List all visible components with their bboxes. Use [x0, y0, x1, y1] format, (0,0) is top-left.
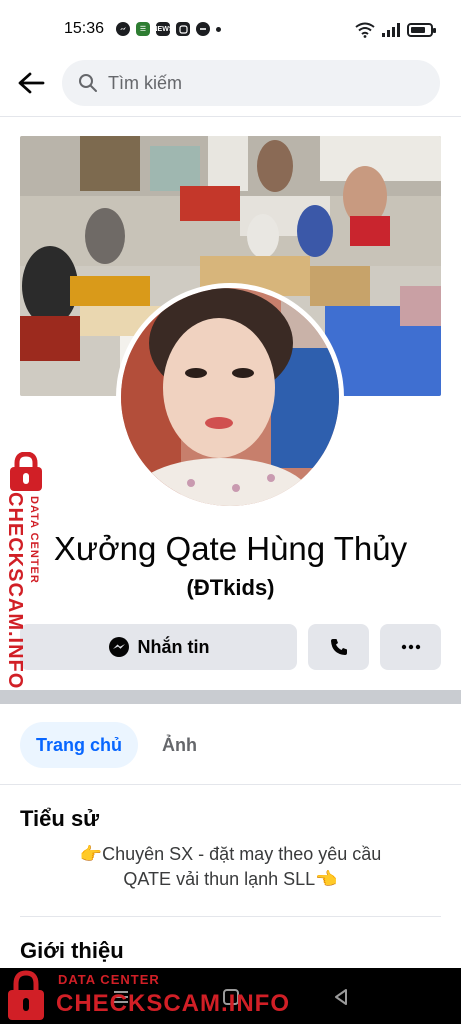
signal-icon: [382, 23, 400, 37]
watermark-side: CHECKSCAM.INFO DATA CENTER: [0, 452, 52, 689]
profile-alternate-name: (ĐTkids): [186, 575, 275, 600]
watermark-bottom-main: CHECKSCAM.INFO: [56, 990, 290, 1017]
search-icon: [79, 74, 97, 92]
watermark-bottom: DATA CENTER CHECKSCAM.INFO: [0, 966, 300, 1024]
more-dot-icon: [216, 26, 221, 32]
avatar: [121, 288, 339, 506]
watermark-bottom-sub: DATA CENTER: [58, 972, 160, 987]
bio-heading: Tiểu sử: [20, 806, 100, 831]
back-arrow-icon: [18, 72, 45, 94]
watermark-side-main-text: CHECKSCAM.INFO: [4, 492, 26, 690]
phone-app-icon: ☰: [136, 22, 150, 36]
gallery-icon: [176, 22, 190, 36]
profile-actions: Nhắn tin: [20, 624, 441, 670]
back-button[interactable]: [14, 68, 48, 98]
status-time: 15:36: [64, 20, 105, 37]
wifi-icon: [355, 22, 375, 38]
bio-text: 👉Chuyên SX - đặt may theo yêu cầu QATE v…: [40, 842, 421, 892]
lock-icon: [10, 452, 42, 491]
tab-home[interactable]: Trang chủ: [20, 722, 138, 768]
search-header: Tìm kiếm: [0, 58, 461, 108]
watermark-side-sub-text: DATA CENTER: [28, 496, 40, 584]
section-separator: [0, 690, 461, 704]
news-app-icon: NEWS: [153, 22, 174, 36]
profile-name: Xưởng Qate Hùng Thủy: [53, 530, 408, 567]
watermark-side-main: CHECKSCAM.INFO: [2, 492, 26, 689]
more-options-button[interactable]: [380, 624, 441, 670]
profile-avatar[interactable]: [116, 283, 344, 511]
more-icon: [401, 644, 420, 650]
bio-line-1: 👉Chuyên SX - đặt may theo yêu cầu: [79, 844, 382, 864]
system-indicators: [355, 22, 436, 38]
status-bar: 15:36 ☰ NEWS: [0, 0, 461, 60]
lock-icon: [8, 970, 44, 1020]
battery-icon: [407, 23, 436, 37]
battery-level: [411, 27, 425, 33]
music-icon: [196, 22, 210, 36]
tabs-divider: [0, 784, 461, 785]
bio-divider: [20, 916, 441, 917]
header-divider: [0, 116, 461, 117]
intro-heading: Giới thiệu: [20, 938, 124, 963]
phone-icon: [330, 639, 347, 655]
notification-icons: ☰ NEWS: [116, 22, 221, 36]
messenger-icon: [108, 637, 129, 657]
bio-line-2: QATE vải thun lạnh SLL👈: [123, 869, 338, 889]
tab-photos[interactable]: Ảnh: [162, 722, 197, 768]
back-nav-icon[interactable]: [330, 986, 352, 1008]
message-button[interactable]: Nhắn tin: [20, 624, 297, 670]
messenger-icon: [116, 22, 130, 36]
watermark-side-sub: DATA CENTER: [28, 496, 42, 606]
call-button[interactable]: [308, 624, 369, 670]
search-placeholder: Tìm kiếm: [108, 72, 182, 93]
message-button-label: Nhắn tin: [137, 636, 210, 657]
search-input[interactable]: Tìm kiếm: [62, 60, 440, 106]
